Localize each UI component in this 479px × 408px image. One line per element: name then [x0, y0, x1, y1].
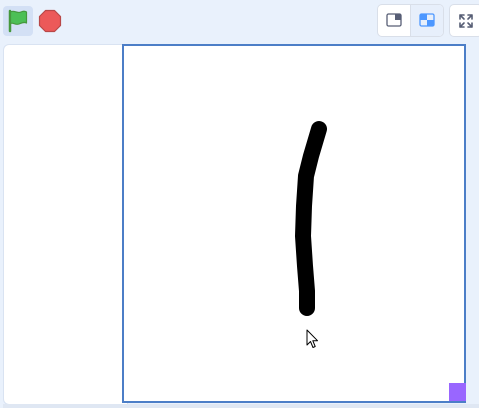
- small-stage-layout-icon: [386, 13, 402, 27]
- bottom-edge: [3, 404, 479, 408]
- stage-toolbar: [0, 0, 479, 44]
- stage-canvas[interactable]: [122, 44, 466, 403]
- mouse-pointer-icon: [306, 329, 318, 348]
- small-stage-button[interactable]: [378, 5, 411, 36]
- stage-size-toggle: [377, 4, 444, 37]
- fullscreen-icon: [459, 14, 473, 28]
- stop-button[interactable]: [38, 9, 62, 33]
- normal-stage-button[interactable]: [411, 5, 443, 36]
- pen-drawing: [295, 121, 327, 316]
- green-flag-button[interactable]: [3, 6, 33, 36]
- green-flag-icon: [8, 9, 28, 33]
- fullscreen-button[interactable]: [449, 4, 479, 37]
- resize-handle[interactable]: [449, 383, 466, 401]
- pen-stroke: [295, 121, 327, 316]
- left-panel: [3, 44, 128, 405]
- normal-stage-layout-icon: [419, 13, 435, 27]
- scratch-stage-window: [0, 0, 479, 408]
- stop-sign-icon: [38, 9, 62, 33]
